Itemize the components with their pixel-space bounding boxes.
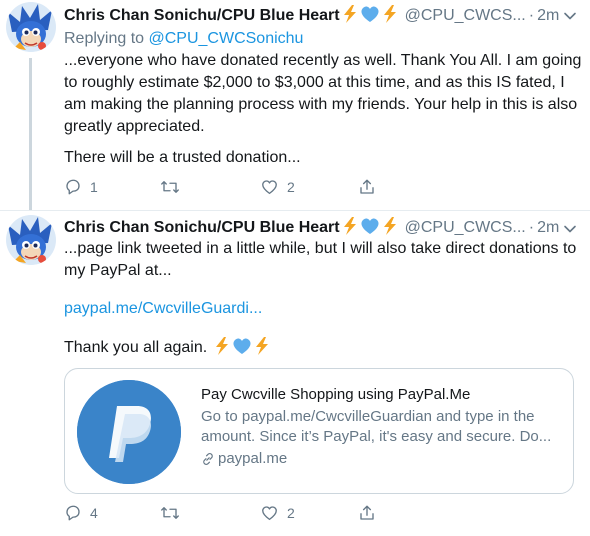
reply-count: 1 <box>90 179 98 195</box>
like-button[interactable]: 2 <box>260 502 295 524</box>
reply-button[interactable]: 4 <box>64 502 98 524</box>
replying-prefix: Replying to <box>64 30 149 47</box>
tweet-actions: 4 2 <box>64 502 564 524</box>
tweet-text: ...everyone who have donated recently as… <box>64 52 582 135</box>
closing-text: Thank you all again. <box>64 339 208 356</box>
chevron-down-icon[interactable] <box>560 219 580 239</box>
card-domain: paypal.me <box>201 449 567 469</box>
tweet-text: ...page link tweeted in a little while, … <box>64 240 577 279</box>
reply-count: 4 <box>90 505 98 521</box>
display-name[interactable]: Chris Chan Sonichu/CPU Blue Heart <box>64 219 340 236</box>
avatar[interactable] <box>6 215 56 265</box>
reply-icon <box>66 505 80 521</box>
like-icon <box>262 506 277 521</box>
timestamp[interactable]: 2m <box>537 7 559 24</box>
like-count: 2 <box>287 505 295 521</box>
lightning-icon <box>383 5 396 23</box>
handle[interactable]: @CPU_CWCS... <box>405 7 526 24</box>
separator-dot: · <box>528 7 535 24</box>
avatar[interactable] <box>6 2 56 52</box>
thread-line <box>29 58 32 210</box>
blue-heart-icon <box>233 338 251 354</box>
share-button[interactable] <box>358 176 376 198</box>
chevron-down-icon[interactable] <box>560 6 580 26</box>
timestamp[interactable]: 2m <box>537 219 559 236</box>
tweet-actions: 1 2 <box>64 176 564 198</box>
lightning-icon <box>215 337 228 355</box>
card-body: Pay Cwcville Shopping using PayPal.Me Go… <box>201 385 567 469</box>
paypal-logo <box>77 380 181 484</box>
tweet-text-continued: There will be a trusted donation... <box>64 149 301 166</box>
tweet-1[interactable]: Chris Chan Sonichu/CPU Blue Heart @CPU_C… <box>0 0 590 210</box>
reply-button[interactable]: 1 <box>64 176 98 198</box>
retweet-icon <box>161 181 179 193</box>
card-title: Pay Cwcville Shopping using PayPal.Me <box>201 386 471 403</box>
display-name[interactable]: Chris Chan Sonichu/CPU Blue Heart <box>64 7 340 24</box>
like-icon <box>262 180 277 195</box>
blue-heart-icon <box>361 218 379 234</box>
card-description: Go to paypal.me/CwcvilleGuardian and typ… <box>201 408 552 445</box>
lightning-icon <box>255 337 268 355</box>
lightning-icon <box>343 217 356 235</box>
separator-dot: · <box>528 219 535 236</box>
handle[interactable]: @CPU_CWCS... <box>405 219 526 236</box>
like-count: 2 <box>287 179 295 195</box>
replying-to-link[interactable]: @CPU_CWCSonichu <box>149 30 304 47</box>
paypal-link[interactable]: paypal.me/CwcvilleGuardi... <box>64 298 584 320</box>
lightning-icon <box>383 217 396 235</box>
link-preview-card[interactable]: Pay Cwcville Shopping using PayPal.Me Go… <box>64 368 574 494</box>
share-icon <box>360 505 374 520</box>
like-button[interactable]: 2 <box>260 176 295 198</box>
tweet-header: Chris Chan Sonichu/CPU Blue Heart @CPU_C… <box>64 217 559 239</box>
share-icon <box>360 179 374 194</box>
lightning-icon <box>343 5 356 23</box>
card-domain-text: paypal.me <box>218 450 288 467</box>
retweet-button[interactable] <box>160 176 188 198</box>
emoji-sequence <box>215 337 268 355</box>
replying-to: Replying to @CPU_CWCSonichu <box>64 28 303 50</box>
tweet-text-closing: Thank you all again. <box>64 337 584 359</box>
reply-icon <box>66 179 80 195</box>
tweet-2[interactable]: Chris Chan Sonichu/CPU Blue Heart @CPU_C… <box>0 210 590 536</box>
link-icon <box>203 453 213 465</box>
tweet-header: Chris Chan Sonichu/CPU Blue Heart @CPU_C… <box>64 5 559 27</box>
retweet-button[interactable] <box>160 502 188 524</box>
share-button[interactable] <box>358 502 376 524</box>
name-emoji-badge <box>341 5 399 30</box>
blue-heart-icon <box>361 6 379 22</box>
retweet-icon <box>161 507 179 519</box>
